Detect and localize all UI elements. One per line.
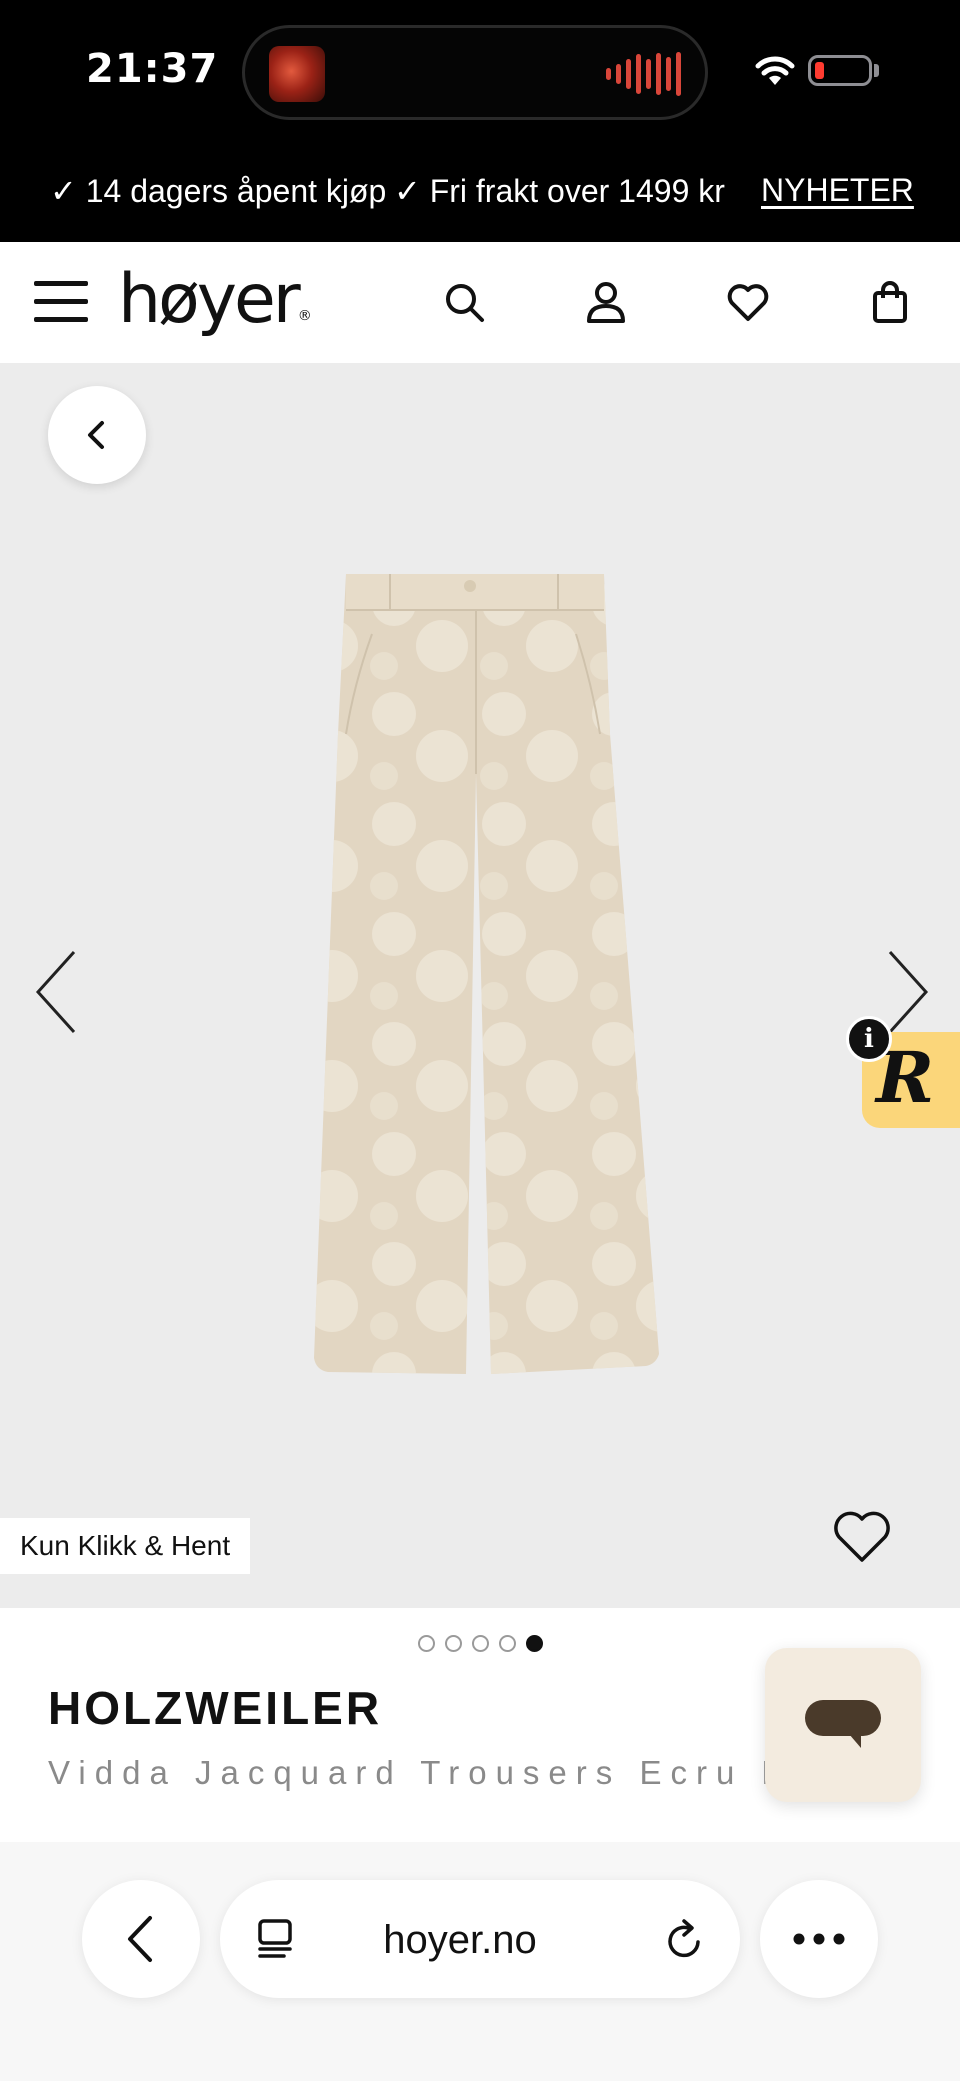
battery-icon [808,55,872,86]
info-icon[interactable]: i [846,1016,892,1062]
dynamic-island[interactable] [242,25,708,120]
chat-bubble-icon [805,1700,881,1748]
product-name: Vidda Jacquard Trousers Ecru Mi [48,1754,768,1791]
pagination-dot-active[interactable] [526,1635,543,1652]
search-icon[interactable] [440,278,488,326]
product-gallery[interactable]: R i Kun Klikk & Hent [0,364,960,1608]
account-icon[interactable] [582,278,630,326]
status-time: 21:37 [86,46,219,92]
site-header: høyer® [0,242,960,364]
product-image [314,574,659,1374]
image-pagination [418,1635,543,1652]
click-and-collect-badge: Kun Klikk & Hent [0,1518,251,1574]
promo-free-shipping: ✓ Fri frakt over 1499 kr [394,173,725,209]
status-bar: 21:37 [0,0,960,148]
pagination-dot[interactable] [472,1635,489,1652]
news-link[interactable]: NYHETER [761,172,914,209]
album-art[interactable] [269,46,325,102]
chevron-left-icon [128,1916,152,1962]
wifi-icon [755,56,795,85]
address-bar[interactable]: hoyer.no [220,1880,740,1998]
wishlist-heart-icon[interactable] [724,278,772,326]
chat-button[interactable] [765,1648,921,1802]
pagination-dot[interactable] [445,1635,462,1652]
next-image-arrow[interactable] [880,944,936,1040]
add-to-wishlist-heart-icon[interactable] [830,1504,894,1568]
ellipsis-icon [793,1933,845,1945]
pagination-dot[interactable] [499,1635,516,1652]
logo[interactable]: høyer® [118,260,312,340]
promo-open-purchase: ✓ 14 dagers åpent kjøp [50,173,387,209]
tabs-icon[interactable] [256,1918,298,1960]
promo-bar: ✓ 14 dagers åpent kjøp ✓ Fri frakt over … [0,148,960,242]
waveform-icon [606,52,681,96]
url-text[interactable]: hoyer.no [320,1918,600,1963]
browser-back-button[interactable] [82,1880,200,1998]
previous-image-arrow[interactable] [28,944,84,1040]
chevron-left-icon [88,421,104,449]
back-button[interactable] [48,386,146,484]
menu-icon[interactable] [34,279,88,325]
browser-toolbar: hoyer.no [0,1842,960,2081]
product-brand[interactable]: HOLZWEILER [48,1681,382,1735]
bag-icon[interactable] [866,278,914,326]
reload-icon[interactable] [664,1918,706,1962]
more-options-button[interactable] [760,1880,878,1998]
pagination-dot[interactable] [418,1635,435,1652]
